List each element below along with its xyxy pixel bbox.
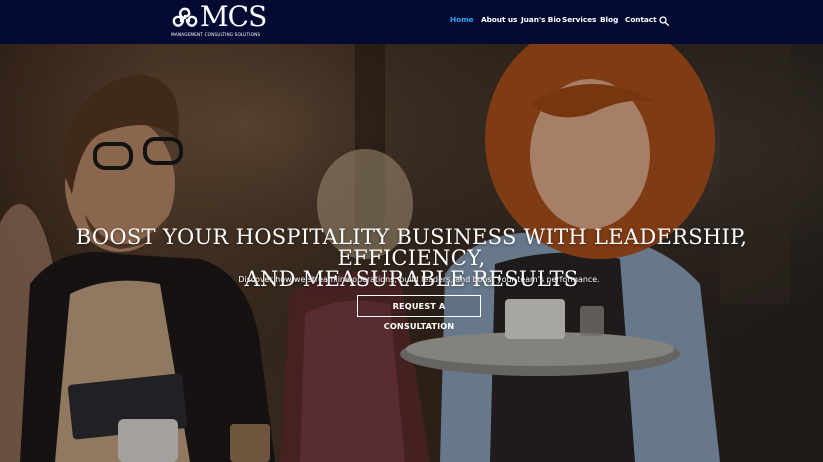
nav-blog[interactable]: Blog	[600, 15, 618, 24]
hero-title-line-1: BOOST YOUR HOSPITALITY BUSINESS WITH LEA…	[75, 225, 748, 270]
request-consultation-button[interactable]: REQUEST A CONSULTATION	[357, 295, 481, 331]
nav-about-us[interactable]: About us	[481, 15, 517, 24]
nav-home[interactable]: Home	[450, 15, 474, 24]
hero-subtitle: Discover how we streamline operations, b…	[238, 275, 600, 284]
swirl-logo-icon	[172, 7, 198, 27]
site-header: MCS MANAGEMENT CONSULTING SOLUTIONS Home…	[0, 0, 823, 44]
nav-contact[interactable]: Contact	[625, 15, 657, 24]
site-logo[interactable]: MCS MANAGEMENT CONSULTING SOLUTIONS	[170, 0, 274, 40]
logo-wordmark: MCS	[200, 0, 267, 33]
search-icon[interactable]	[659, 16, 669, 26]
hero-section: BOOST YOUR HOSPITALITY BUSINESS WITH LEA…	[0, 44, 823, 462]
logo-subtitle: MANAGEMENT CONSULTING SOLUTIONS	[171, 33, 261, 38]
nav-juans-bio[interactable]: Juan's Bio	[521, 15, 561, 24]
nav-services[interactable]: Services	[562, 15, 596, 24]
